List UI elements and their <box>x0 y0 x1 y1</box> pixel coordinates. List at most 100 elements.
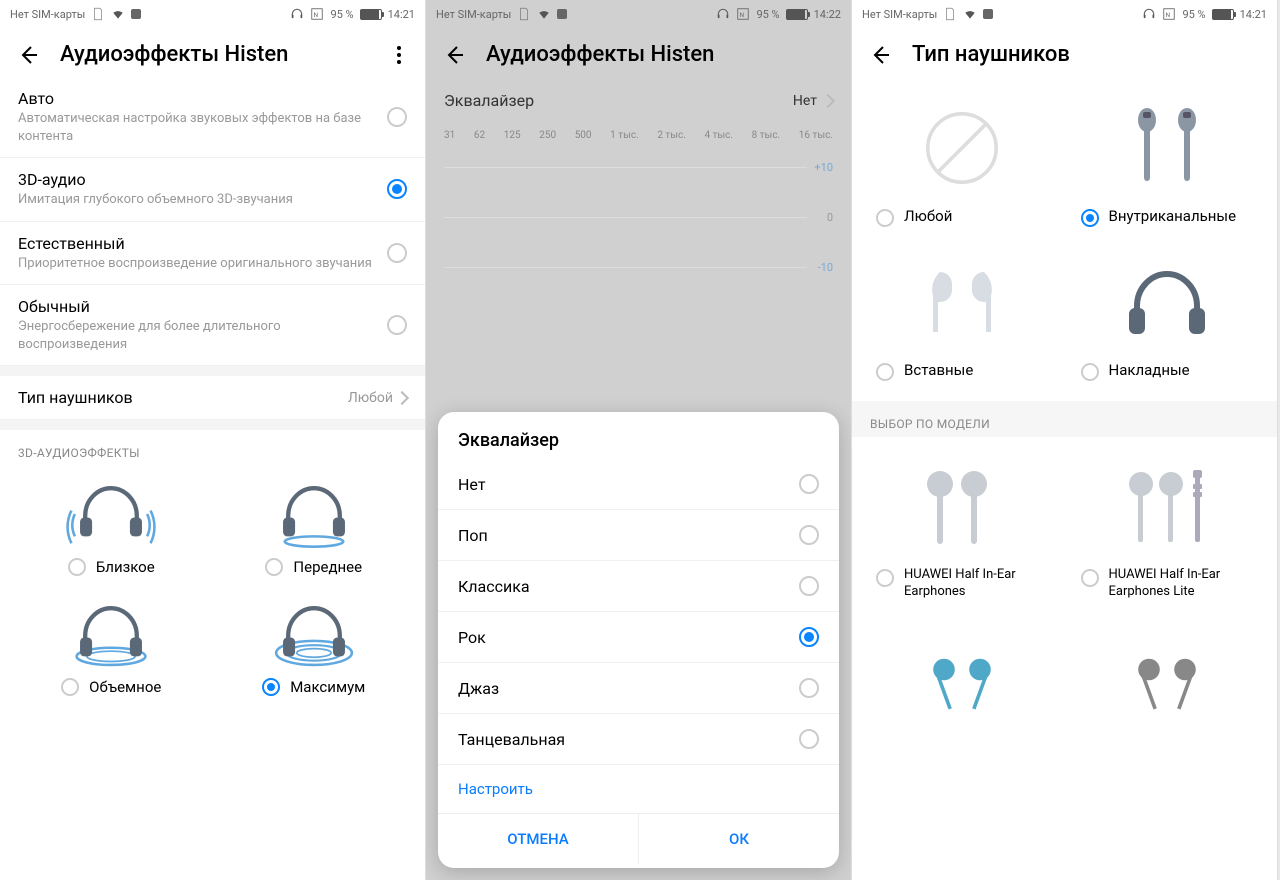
svg-text:N: N <box>1166 11 1171 19</box>
radio[interactable] <box>876 569 894 587</box>
radio[interactable] <box>262 678 280 696</box>
clock: 14:21 <box>388 8 415 21</box>
radio[interactable] <box>387 179 407 199</box>
battery-pct: 95 % <box>330 8 353 21</box>
headphone-type-row[interactable]: Тип наушников Любой <box>0 376 425 420</box>
status-bar: Нет SIM-карты N 95 % 14:22 <box>426 0 851 28</box>
radio[interactable] <box>799 729 819 749</box>
hp-type-2[interactable]: Вставные <box>860 241 1065 391</box>
back-icon[interactable] <box>442 43 466 67</box>
headphone-status-icon <box>716 7 730 21</box>
status-bar: Нет SIM-карты N 95 % 14:21 <box>0 0 425 28</box>
sim-icon <box>517 7 531 21</box>
screen-equalizer: Нет SIM-карты N 95 % 14:22 Аудиоэффекты … <box>426 0 852 880</box>
page-title: Аудиоэффекты Histen <box>60 42 288 67</box>
eq-scale: +10 0 -10 <box>444 157 833 287</box>
customize-button[interactable]: Настроить <box>438 764 839 813</box>
hp-type-1[interactable]: Внутриканальные <box>1065 87 1270 237</box>
back-icon[interactable] <box>16 43 40 67</box>
radio[interactable] <box>799 627 819 647</box>
hp-model-0[interactable]: HUAWEI Half In-Ear Earphones <box>860 447 1065 611</box>
svg-text:N: N <box>314 11 319 19</box>
radio[interactable] <box>876 209 894 227</box>
wifi-icon <box>963 7 977 21</box>
model-item[interactable] <box>1065 631 1270 753</box>
headphone-model-icon <box>907 453 1017 563</box>
hp-type-3[interactable]: Накладные <box>1065 241 1270 391</box>
model-item[interactable] <box>860 631 1065 753</box>
mode-3[interactable]: ОбычныйЭнергосбережение для более длител… <box>0 285 425 366</box>
mode-1[interactable]: 3D-аудиоИмитация глубокого объемного 3D-… <box>0 158 425 222</box>
battery-icon <box>360 9 382 20</box>
section-3d-effects: 3D-АУДИОЭФФЕКТЫ <box>0 430 425 466</box>
wifi-icon <box>537 7 551 21</box>
radio[interactable] <box>876 363 894 381</box>
screen-audio-effects: Нет SIM-карты N 95 % 14:21 Аудиоэффекты … <box>0 0 426 880</box>
headphone-type-icon <box>907 247 1017 357</box>
eq-frequencies: 31621252505001 тыс.2 тыс.4 тыс.8 тыс.16 … <box>426 124 851 147</box>
app-icon <box>983 9 993 19</box>
equalizer-dialog: Эквалайзер Нет Поп Классика Рок Джаз Тан… <box>438 412 839 868</box>
ok-button[interactable]: ОК <box>639 814 839 864</box>
eq-option-5[interactable]: Танцевальная <box>438 713 839 764</box>
headphone-status-icon <box>290 7 304 21</box>
status-bar: Нет SIM-карты N 95 % 14:21 <box>852 0 1277 28</box>
sim-icon <box>943 7 957 21</box>
eq-option-0[interactable]: Нет <box>438 459 839 509</box>
radio[interactable] <box>799 576 819 596</box>
nfc-icon: N <box>1162 7 1176 21</box>
headphone-type-icon <box>907 93 1017 203</box>
3d-effect-2[interactable]: Объемное <box>10 592 213 702</box>
wifi-icon <box>111 7 125 21</box>
3d-effect-0[interactable]: Близкое <box>10 472 213 582</box>
headphone-effect-icon <box>264 598 364 670</box>
radio[interactable] <box>1081 569 1099 587</box>
chevron-right-icon <box>395 391 409 405</box>
eq-option-1[interactable]: Поп <box>438 509 839 560</box>
hp-type-0[interactable]: Любой <box>860 87 1065 237</box>
headphone-effect-icon <box>61 598 161 670</box>
chevron-right-icon <box>821 93 835 107</box>
app-icon <box>131 9 141 19</box>
back-icon[interactable] <box>868 43 892 67</box>
headphone-effect-icon <box>264 478 364 550</box>
headphone-type-icon <box>1112 247 1222 357</box>
radio[interactable] <box>68 558 86 576</box>
equalizer-row[interactable]: Эквалайзер Нет <box>426 77 851 124</box>
nfc-icon: N <box>736 7 750 21</box>
battery-icon <box>1212 9 1234 20</box>
header: Аудиоэффекты Histen <box>426 28 851 77</box>
3d-effect-3[interactable]: Максимум <box>213 592 416 702</box>
screen-headphone-type: Нет SIM-карты N 95 % 14:21 Тип наушников… <box>852 0 1278 880</box>
app-icon <box>557 9 567 19</box>
cancel-button[interactable]: ОТМЕНА <box>438 814 639 864</box>
header: Аудиоэффекты Histen <box>0 28 425 77</box>
header: Тип наушников <box>852 28 1277 77</box>
radio[interactable] <box>61 678 79 696</box>
headphone-model-icon <box>1112 453 1222 563</box>
radio[interactable] <box>1081 209 1099 227</box>
eq-option-3[interactable]: Рок <box>438 611 839 662</box>
eq-option-4[interactable]: Джаз <box>438 662 839 713</box>
radio[interactable] <box>1081 363 1099 381</box>
radio[interactable] <box>387 107 407 127</box>
3d-effect-1[interactable]: Переднее <box>213 472 416 582</box>
hp-model-1[interactable]: HUAWEI Half In-Ear Earphones Lite <box>1065 447 1270 611</box>
radio[interactable] <box>799 525 819 545</box>
eq-option-2[interactable]: Классика <box>438 560 839 611</box>
radio[interactable] <box>799 474 819 494</box>
radio[interactable] <box>799 678 819 698</box>
nfc-icon: N <box>310 7 324 21</box>
mode-0[interactable]: АвтоАвтоматическая настройка звуковых эф… <box>0 77 425 158</box>
mode-2[interactable]: ЕстественныйПриоритетное воспроизведение… <box>0 222 425 286</box>
radio[interactable] <box>387 315 407 335</box>
battery-icon <box>786 9 808 20</box>
section-model-select: ВЫБОР ПО МОДЕЛИ <box>852 401 1277 437</box>
more-icon[interactable] <box>389 46 409 64</box>
radio[interactable] <box>265 558 283 576</box>
headphone-effect-icon <box>61 478 161 550</box>
radio[interactable] <box>387 243 407 263</box>
svg-text:N: N <box>740 11 745 19</box>
headphone-type-icon <box>1112 93 1222 203</box>
sim-status: Нет SIM-карты <box>10 8 85 21</box>
